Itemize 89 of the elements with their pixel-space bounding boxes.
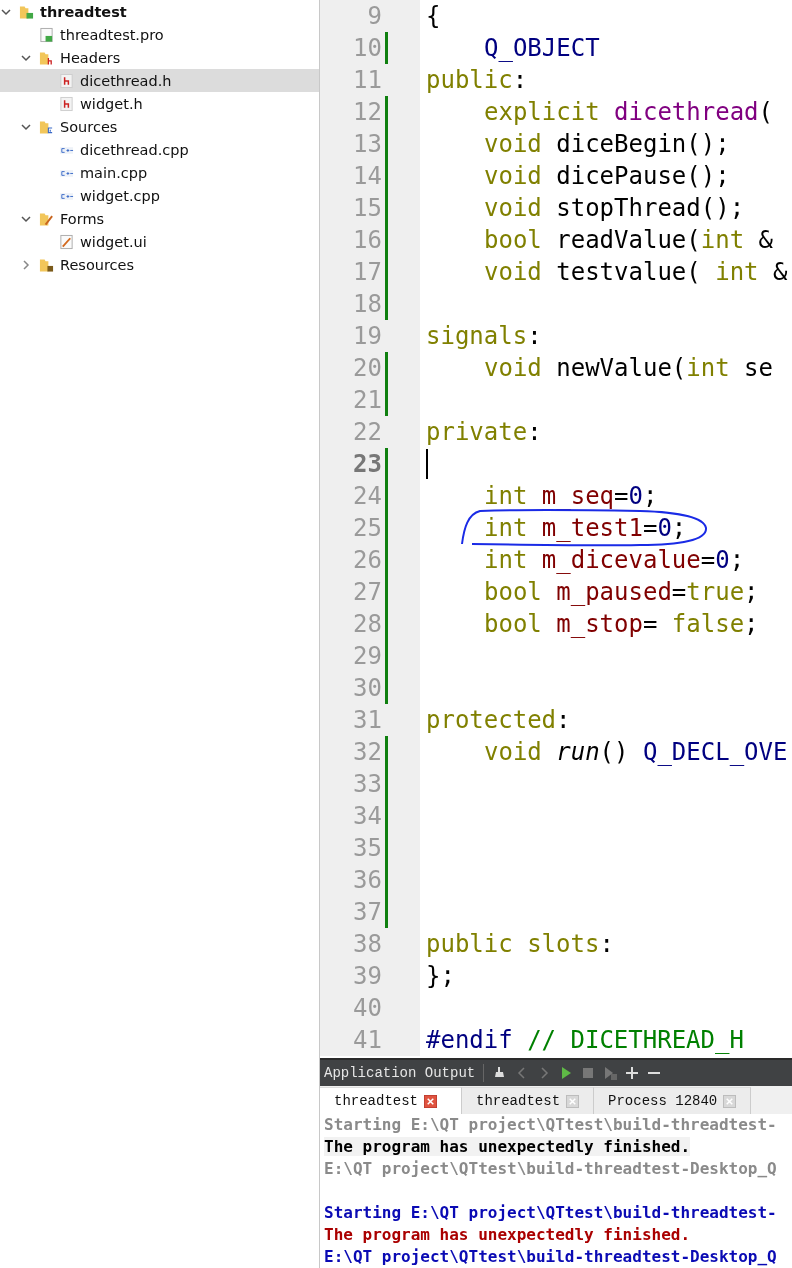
line-number: 17 — [353, 257, 383, 288]
output-line: The program has unexpectedly finished. — [324, 1225, 691, 1244]
code-line: void stopThread(); — [484, 195, 745, 221]
line-number: 25 — [353, 513, 383, 544]
line-number: 31 — [353, 705, 383, 736]
code-line: Q_OBJECT — [484, 35, 600, 61]
line-number: 41 — [353, 1025, 383, 1056]
line-number: 36 — [353, 865, 383, 896]
code-line: signals: — [426, 323, 542, 349]
line-number: 15 — [353, 193, 383, 224]
line-number: 37 — [353, 897, 383, 928]
line-number: 16 — [353, 225, 383, 256]
code-line: void newValue(int se — [484, 355, 773, 381]
tree-item[interactable]: widget.ui — [0, 230, 319, 253]
close-icon[interactable] — [424, 1094, 437, 1108]
header-file-icon — [59, 72, 74, 89]
line-number: 29 — [353, 641, 383, 672]
code-line: int m_seq=0; — [484, 483, 658, 509]
output-line: E:\QT project\QTtest\build-threadtest-Desktop_Q — [324, 1247, 777, 1266]
output-tab[interactable]: threadtest — [320, 1087, 462, 1114]
line-number: 40 — [353, 993, 383, 1024]
line-number: 35 — [353, 833, 383, 864]
line-number: 34 — [353, 801, 383, 832]
tree-item[interactable]: dicethread.cpp — [0, 138, 319, 161]
folder-icon — [39, 49, 54, 66]
line-number: 28 — [353, 609, 383, 640]
code-line: int m_test1=0; — [484, 515, 687, 541]
code-line: void run() Q_DECL_OVE — [484, 739, 788, 765]
line-number: 11 — [353, 65, 383, 96]
plus-icon[interactable] — [624, 1065, 641, 1081]
line-number: 19 — [353, 321, 383, 352]
line-number: 26 — [353, 545, 383, 576]
tree-item[interactable]: Headers — [0, 46, 319, 69]
line-number: 9 — [367, 1, 383, 32]
line-number: 14 — [353, 161, 383, 192]
line-number: 32 — [353, 737, 383, 768]
code-line: }; — [426, 963, 455, 989]
line-number: 20 — [353, 353, 383, 384]
line-number: 30 — [353, 673, 383, 704]
code-line: explicit dicethread( — [484, 99, 773, 125]
code-line: public: — [426, 67, 528, 93]
tree-item[interactable]: Forms — [0, 207, 319, 230]
tree-item[interactable]: Resources — [0, 253, 319, 276]
line-number: 33 — [353, 769, 383, 800]
output-line: Starting E:\QT project\QTtest\build-threadtest- — [324, 1115, 777, 1134]
line-number: 21 — [353, 385, 383, 416]
code-line: public slots: — [426, 931, 614, 957]
output-tab[interactable]: threadtest — [462, 1087, 595, 1114]
line-number: 39 — [353, 961, 383, 992]
line-number: 27 — [353, 577, 383, 608]
chevron-icon[interactable] — [20, 258, 32, 271]
code-line: void testvalue( int & — [484, 259, 788, 285]
code-line: bool readValue(int & — [484, 227, 773, 253]
line-number: 12 — [353, 97, 383, 128]
tree-item[interactable]: Sources — [0, 115, 319, 138]
line-number: 23 — [353, 449, 383, 480]
code-line: bool m_stop= false; — [484, 611, 759, 637]
folder-icon — [39, 118, 54, 135]
folder-icon — [39, 256, 54, 273]
output-tab[interactable]: Process 12840 — [594, 1087, 752, 1114]
line-number: 18 — [353, 289, 383, 320]
tree-item[interactable]: widget.h — [0, 92, 319, 115]
line-number: 10 — [353, 33, 383, 64]
form-file-icon — [59, 233, 74, 250]
tree-item[interactable]: main.cpp — [0, 161, 319, 184]
line-number: 38 — [353, 929, 383, 960]
tree-item[interactable]: threadtest.pro — [0, 23, 319, 46]
code-line: #endif // DICETHREAD_H — [426, 1027, 744, 1053]
tree-item[interactable]: threadtest — [0, 0, 319, 23]
code-line: int m_dicevalue=0; — [484, 547, 745, 573]
code-line: bool m_paused=true; — [484, 579, 759, 605]
header-file-icon — [59, 95, 74, 112]
code-line: protected: — [426, 707, 571, 733]
code-line: private: — [426, 419, 542, 445]
project-file-icon — [39, 26, 54, 43]
output-line: E:\QT project\QTtest\build-threadtest-Desktop_Q — [324, 1159, 777, 1178]
line-number: 22 — [353, 417, 383, 448]
output-line: Starting E:\QT project\QTtest\build-threadtest- — [324, 1203, 777, 1222]
folder-icon — [39, 210, 54, 227]
code-line: { — [426, 3, 441, 29]
tree-item[interactable]: dicethread.h — [0, 69, 319, 92]
line-number: 13 — [353, 129, 383, 160]
code-line: void diceBegin(); — [484, 131, 730, 157]
text-cursor — [426, 449, 428, 479]
tree-item[interactable]: widget.cpp — [0, 184, 319, 207]
panel-title: Application Output — [324, 1065, 476, 1081]
folder-icon — [19, 3, 34, 20]
code-line: void dicePause(); — [484, 163, 730, 189]
line-number: 24 — [353, 481, 383, 512]
